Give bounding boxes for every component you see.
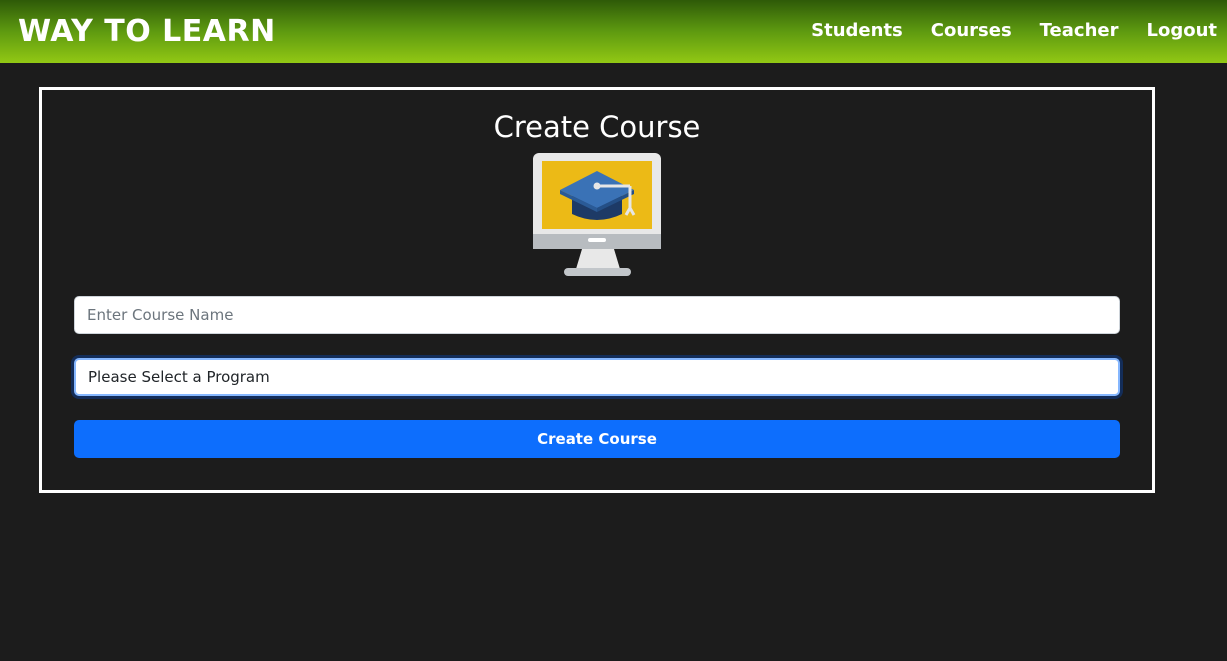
- navbar: WAY TO LEARN Students Courses Teacher Lo…: [0, 0, 1227, 63]
- program-select-value: Please Select a Program: [88, 368, 270, 386]
- nav-link-teacher[interactable]: Teacher: [1040, 20, 1119, 41]
- computer-graduation-cap-icon: [533, 153, 661, 276]
- nav-link-students[interactable]: Students: [811, 20, 903, 41]
- create-course-card: Create Course Enter Course Name Please S…: [39, 87, 1155, 493]
- page-title: Create Course: [493, 110, 701, 144]
- nav-links: Students Courses Teacher Logout: [811, 20, 1217, 41]
- nav-link-courses[interactable]: Courses: [931, 20, 1012, 41]
- nav-link-logout[interactable]: Logout: [1146, 20, 1217, 41]
- brand-logo[interactable]: WAY TO LEARN: [18, 14, 276, 49]
- course-name-input[interactable]: Enter Course Name: [74, 296, 1120, 334]
- course-name-placeholder: Enter Course Name: [87, 306, 234, 324]
- program-select[interactable]: Please Select a Program: [74, 358, 1120, 396]
- create-course-button[interactable]: Create Course: [74, 420, 1120, 458]
